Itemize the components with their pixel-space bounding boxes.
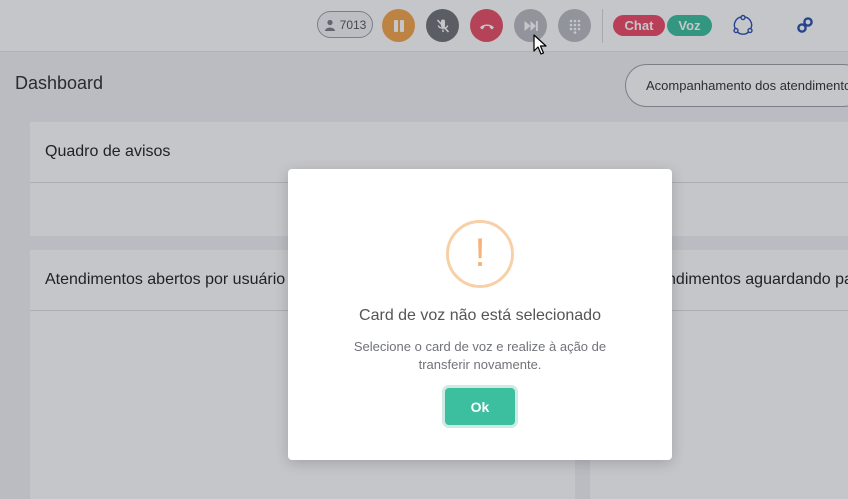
dialog-title: Card de voz não está selecionado — [359, 307, 601, 324]
alert-mark: ! — [474, 231, 486, 275]
alert-icon: ! — [446, 220, 514, 288]
ok-button[interactable]: Ok — [445, 388, 515, 425]
mouse-cursor-icon — [533, 34, 547, 55]
alert-dialog: ! Card de voz não está selecionado Selec… — [288, 169, 672, 460]
dialog-message: Selecione o card de voz e realize à ação… — [353, 339, 607, 372]
